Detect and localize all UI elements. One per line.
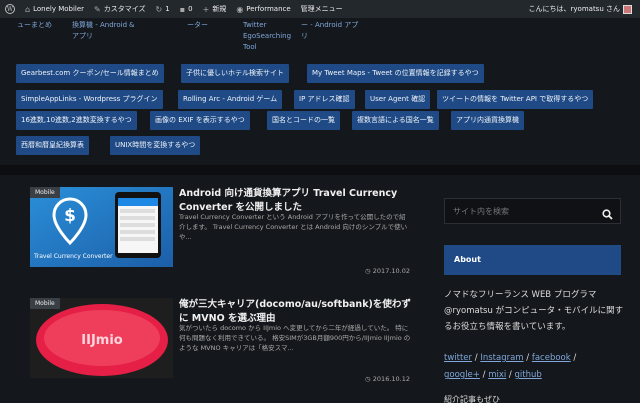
performance-link[interactable]: ◉ Performance bbox=[231, 0, 295, 18]
wordpress-logo-button[interactable]: W bbox=[0, 0, 20, 18]
instagram-link[interactable]: Instagram bbox=[480, 353, 523, 363]
social-links: twitter / Instagram / facebook / google+… bbox=[444, 353, 577, 380]
tag-button[interactable]: My Tweet Maps - Tweet の位置情報を記録するやつ bbox=[307, 64, 484, 83]
post-thumbnail[interactable]: IIJmio Mobile bbox=[30, 298, 173, 378]
comment-icon: ▪ bbox=[179, 4, 186, 14]
tag-button[interactable]: 西暦和暦皇紀換算表 bbox=[16, 136, 89, 155]
tag-button[interactable]: UNIX時間を変換するやつ bbox=[110, 136, 201, 155]
thumbnail-caption: Travel Currency Converter bbox=[34, 253, 113, 260]
tag-button[interactable]: アプリ内通貨換算機 bbox=[451, 111, 524, 130]
new-content-label: 新規 bbox=[212, 5, 227, 13]
tag-button[interactable]: ツイートの情報を Twitter API で取得するやつ bbox=[437, 90, 594, 109]
new-content-link[interactable]: + 新規 bbox=[198, 0, 232, 18]
github-link[interactable]: github bbox=[515, 370, 542, 380]
menu-item-review-list[interactable]: ューまとめ bbox=[17, 20, 52, 31]
post-title[interactable]: 俺が三大キャリア(docomo/au/softbank)を使わずに MVNO を… bbox=[179, 298, 411, 326]
tag-button[interactable]: IP アドレス確認 bbox=[294, 90, 355, 109]
post-excerpt: Travel Currency Converter という Android アプ… bbox=[179, 213, 408, 241]
menu-item-label: アプリ bbox=[72, 32, 93, 40]
post-excerpt: 気がついたら docomo から IIJmio へ変更してから二年が経過していた… bbox=[179, 324, 411, 352]
post-date-text: 2016.10.12 bbox=[372, 375, 410, 383]
tag-button[interactable]: 16進数,10進数,2進数変換するやつ bbox=[16, 111, 137, 130]
menu-item-label: EgoSearching bbox=[243, 32, 292, 40]
search-input[interactable] bbox=[445, 199, 595, 224]
post-thumbnail[interactable]: $ Mobile Travel Currency Converter bbox=[30, 187, 173, 267]
refresh-icon: ↻ bbox=[155, 4, 163, 14]
tag-button[interactable]: Rolling Arc - Android ゲーム bbox=[178, 90, 283, 109]
admin-menu-label: 管理メニュー bbox=[300, 5, 343, 13]
tag-button[interactable]: 子供に優しいホテル検索サイト bbox=[181, 64, 289, 83]
menu-item-label: & bbox=[129, 21, 135, 29]
account-menu[interactable]: こんにちは、ryomatsu さん bbox=[529, 4, 640, 14]
menu-item-label: ューまとめ bbox=[17, 21, 52, 29]
brush-icon: ✎ bbox=[94, 4, 101, 14]
tag-button[interactable]: User Agent 確認 bbox=[365, 90, 431, 109]
menu-item-currency-app[interactable]: 換算機 - Android アプリ bbox=[72, 20, 127, 42]
gauge-icon: ◉ bbox=[236, 4, 244, 14]
menu-item-twitter-ego[interactable]: Twitter EgoSearching Tool bbox=[243, 20, 291, 53]
search-icon[interactable] bbox=[602, 205, 613, 224]
tag-button[interactable]: 複数言語による国名一覧 bbox=[352, 111, 439, 130]
tag-button[interactable]: Gearbest.com クーポン/セール情報まとめ bbox=[16, 64, 164, 83]
about-more-text: 紹介記事もぜひ bbox=[444, 395, 500, 403]
tag-button[interactable]: 国名とコードの一覧 bbox=[267, 111, 340, 130]
thumbnail-caption: IIJmio bbox=[81, 333, 123, 348]
clock-icon: ◷ bbox=[365, 267, 371, 275]
menu-item-and[interactable]: & bbox=[129, 20, 134, 31]
about-text: ノマドなフリーランス WEB プログラマ @ryomatsu がコンピュータ・モ… bbox=[444, 290, 624, 332]
site-name-label: Lonely Mobiler bbox=[33, 5, 85, 13]
customize-label: カスタマイズ bbox=[103, 5, 146, 13]
category-badge[interactable]: Mobile bbox=[30, 298, 60, 309]
facebook-link[interactable]: facebook bbox=[532, 353, 571, 363]
menu-item-label: Twitter bbox=[243, 21, 267, 29]
updates-count: 1 bbox=[165, 5, 170, 13]
menu-item-label: ーター bbox=[187, 21, 208, 29]
category-badge[interactable]: Mobile bbox=[30, 187, 60, 198]
menu-item-label: 換算機 - Android bbox=[72, 21, 128, 29]
tag-button[interactable]: 画像の EXIF を表示するやつ bbox=[150, 111, 250, 130]
avatar bbox=[623, 4, 632, 14]
clock-icon: ◷ bbox=[365, 375, 371, 383]
site-name-link[interactable]: ⌂ Lonely Mobiler bbox=[20, 0, 89, 18]
menu-item-label: リ bbox=[301, 32, 308, 40]
svg-text:$: $ bbox=[64, 206, 76, 226]
comments-link[interactable]: ▪ 0 bbox=[175, 0, 198, 18]
admin-menu-link[interactable]: 管理メニュー bbox=[296, 0, 348, 18]
search-box bbox=[444, 198, 621, 224]
plus-icon: + bbox=[202, 4, 210, 14]
iijmio-image: IIJmio bbox=[30, 298, 173, 378]
menu-item-label: Tool bbox=[243, 43, 257, 51]
greeting-label: こんにちは、ryomatsu さん bbox=[528, 5, 620, 13]
about-heading: About bbox=[444, 245, 621, 275]
menu-item-label: ー - Android アプ bbox=[301, 21, 359, 29]
twitter-link[interactable]: twitter bbox=[444, 353, 472, 363]
dropdown-menu: ューまとめ 換算機 - Android アプリ & ーター Twitter Eg… bbox=[0, 18, 640, 58]
post-card[interactable]: IIJmio Mobile 俺が三大キャリア(docomo/au/softban… bbox=[30, 298, 411, 390]
post-date-text: 2017.10.02 bbox=[372, 267, 410, 275]
updates-link[interactable]: ↻ 1 bbox=[151, 0, 175, 18]
post-date: ◷ 2017.10.02 bbox=[365, 267, 410, 275]
googleplus-link[interactable]: google+ bbox=[444, 370, 480, 380]
home-icon: ⌂ bbox=[25, 4, 31, 14]
menu-item-android-app[interactable]: ー - Android アプ リ bbox=[301, 20, 358, 42]
post-card[interactable]: $ Mobile Travel Currency Converter Andro… bbox=[30, 187, 410, 277]
section-divider bbox=[0, 165, 640, 175]
menu-item-converter[interactable]: ーター bbox=[187, 20, 208, 31]
performance-label: Performance bbox=[246, 5, 291, 13]
wordpress-icon: W bbox=[5, 4, 15, 14]
post-title[interactable]: Android 向け通貨換算アプリ Travel Currency Conver… bbox=[179, 187, 411, 215]
admin-bar: W ⌂ Lonely Mobiler ✎ カスタマイズ ↻ 1 ▪ 0 + 新規… bbox=[0, 0, 640, 18]
customize-link[interactable]: ✎ カスタマイズ bbox=[89, 0, 151, 18]
post-date: ◷ 2016.10.12 bbox=[365, 375, 410, 383]
tag-button[interactable]: SimpleAppLinks - Wordpress プラグイン bbox=[16, 90, 163, 109]
mixi-link[interactable]: mixi bbox=[488, 370, 506, 380]
comments-count: 0 bbox=[188, 5, 193, 13]
